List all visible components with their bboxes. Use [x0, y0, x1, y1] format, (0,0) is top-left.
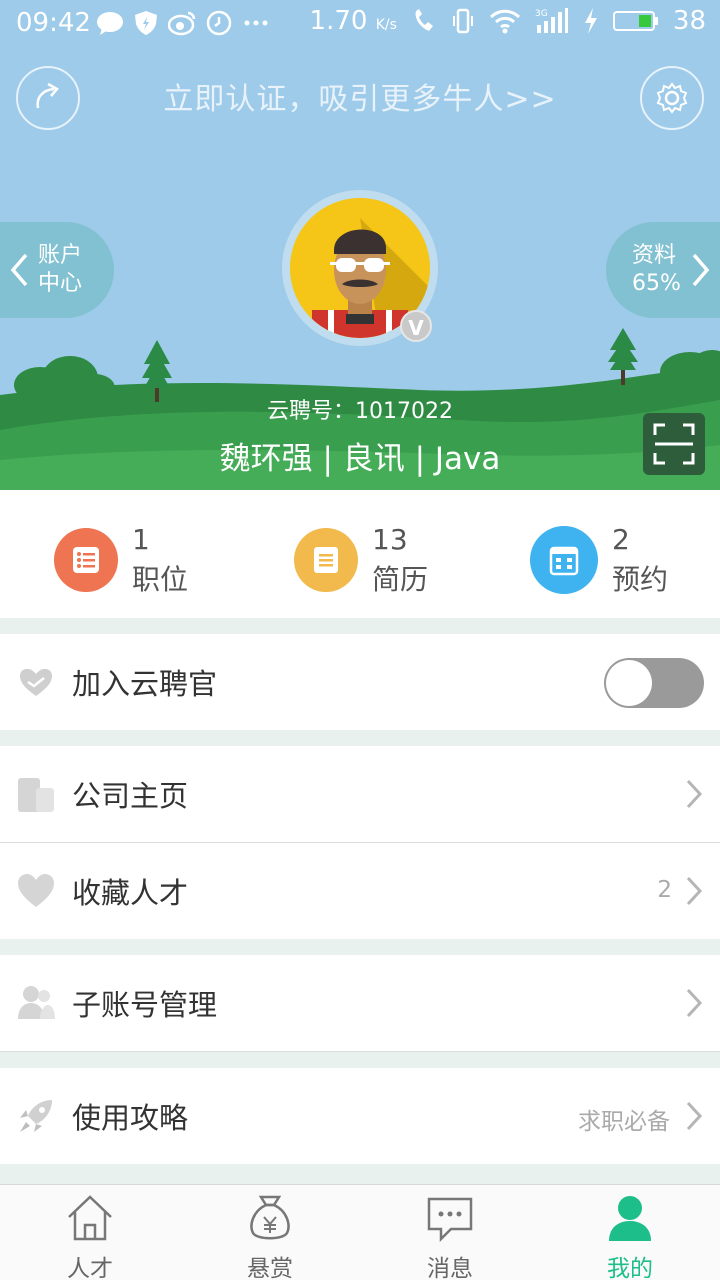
house-icon: [68, 1195, 112, 1241]
chat-icon: [427, 1197, 473, 1243]
saved-talents-row[interactable]: 收藏人才 2: [0, 843, 720, 939]
stat-jobs-label: 职位: [132, 563, 189, 596]
network-speed: 1.70: [309, 6, 368, 36]
chevron-right-icon: [692, 253, 710, 287]
toggle-knob: [606, 660, 652, 706]
chevron-right-icon: [686, 876, 703, 906]
account-center-button[interactable]: 账户 中心: [0, 222, 114, 318]
stat-resumes-count: 13: [372, 523, 408, 556]
charging-icon: [584, 8, 597, 34]
chevron-right-icon: [686, 779, 703, 809]
status-time: 09:42: [16, 8, 91, 38]
saved-talents-count: 2: [657, 877, 672, 903]
weibo-icon: [168, 11, 196, 36]
tab-messages-label: 消息: [427, 1256, 473, 1280]
users-icon: [18, 986, 55, 1019]
gear-icon: [656, 82, 688, 114]
tab-mine-label: 我的: [607, 1256, 653, 1280]
chat-bubble-icon: [97, 12, 123, 35]
vibrate-icon: [452, 8, 473, 34]
stats-panel: 1 职位 13 简历 2 预约: [0, 490, 720, 618]
chevron-right-icon: [686, 988, 703, 1018]
tab-bounty[interactable]: 悬赏: [220, 1193, 320, 1280]
account-center-line2: 中心: [38, 271, 83, 296]
person-icon: [609, 1196, 651, 1241]
profile-percent: 65%: [632, 271, 681, 296]
tab-messages[interactable]: 消息: [400, 1193, 500, 1280]
status-bar: 09:42 1.70 K/s 3G 38: [0, 0, 720, 50]
bottom-tab-bar: 人才 悬赏 消息 我的: [0, 1184, 720, 1280]
svg-text:3G: 3G: [535, 9, 548, 19]
profile-line1: 资料: [632, 243, 677, 268]
stat-jobs[interactable]: 1 职位: [54, 520, 188, 600]
settings-button[interactable]: [640, 66, 704, 130]
battery-icon: [612, 11, 658, 31]
stat-jobs-count: 1: [132, 523, 150, 556]
stat-resumes-label: 简历: [372, 563, 429, 596]
signal-icon: 3G: [535, 8, 568, 33]
company-home-label: 公司主页: [72, 779, 189, 813]
tab-mine[interactable]: 我的: [580, 1193, 680, 1280]
battery-level: 38: [672, 6, 706, 36]
stat-appointments[interactable]: 2 预约: [530, 520, 668, 600]
profile-completion-button[interactable]: 资料 65%: [606, 222, 720, 318]
list-icon: [54, 528, 118, 592]
join-officer-toggle[interactable]: [604, 658, 704, 708]
join-officer-row: 加入云聘官: [0, 634, 720, 730]
document-icon: [294, 528, 358, 592]
stat-resumes[interactable]: 13 简历: [294, 520, 428, 600]
handshake-icon: [20, 668, 52, 696]
chevron-right-icon: [686, 1101, 703, 1131]
saved-talents-label: 收藏人才: [72, 876, 189, 910]
wifi-icon: [489, 9, 520, 34]
sub-accounts-row[interactable]: 子账号管理: [0, 955, 720, 1051]
guide-row[interactable]: 使用攻略 求职必备: [0, 1068, 720, 1164]
chevron-left-icon: [10, 253, 28, 287]
verified-badge: V: [400, 310, 432, 342]
money-bag-icon: [250, 1195, 290, 1240]
clock-icon: [206, 10, 232, 36]
shield-icon: [135, 11, 157, 35]
join-officer-label: 加入云聘官: [72, 667, 218, 701]
rocket-icon: [20, 1100, 52, 1132]
yunpin-id: 云聘号：1017022: [267, 399, 453, 424]
stat-appointments-label: 预约: [612, 563, 669, 596]
account-center-line1: 账户: [38, 243, 83, 268]
user-summary: 魏环强 | 良讯 | Java: [219, 441, 501, 477]
profile-header: 09:42 1.70 K/s 3G 38 立即认证，吸引更多牛人>> 账户 中心…: [0, 0, 720, 490]
guide-label: 使用攻略: [72, 1101, 189, 1135]
verify-link[interactable]: 立即认证，吸引更多牛人>>: [0, 74, 720, 118]
heart-icon: [18, 874, 54, 907]
tab-talent-label: 人才: [67, 1256, 113, 1280]
call-icon: [415, 9, 433, 31]
speed-unit: K/s: [375, 17, 397, 33]
scan-icon: [653, 423, 695, 465]
more-dots-icon: [244, 20, 268, 26]
tab-talent[interactable]: 人才: [40, 1193, 140, 1280]
guide-hint: 求职必备: [578, 1109, 670, 1135]
company-home-row[interactable]: 公司主页: [0, 746, 720, 842]
stat-appointments-count: 2: [612, 523, 630, 556]
sub-accounts-label: 子账号管理: [72, 988, 218, 1022]
building-icon: [18, 778, 54, 812]
tab-bounty-label: 悬赏: [247, 1256, 293, 1280]
calendar-icon: [530, 526, 598, 594]
scan-button[interactable]: [643, 413, 705, 475]
